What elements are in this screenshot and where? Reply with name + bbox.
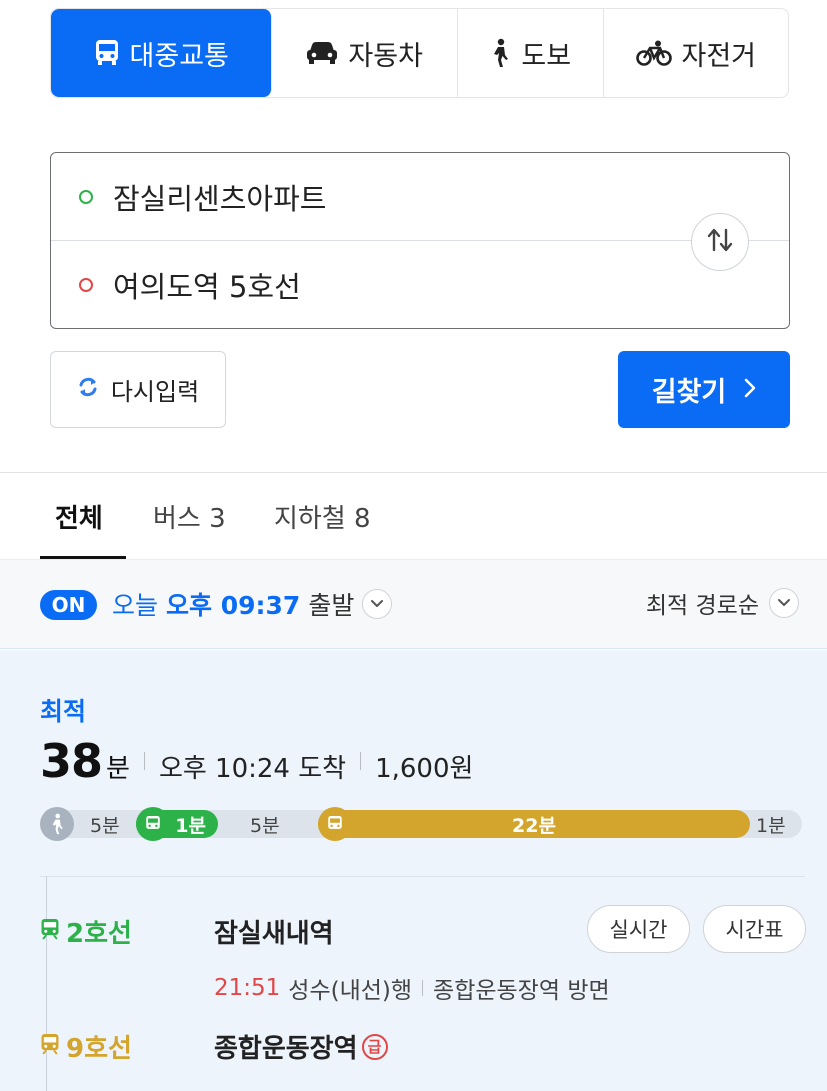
segment-line9: 22분: [318, 810, 750, 838]
start-location-field[interactable]: 잠실리센츠아파트: [51, 153, 789, 241]
departure-day: 오늘: [112, 591, 159, 620]
reset-label: 다시입력: [110, 378, 200, 406]
filter-tab-subway[interactable]: 지하철 8: [274, 473, 371, 559]
line-badge: 2호선: [40, 913, 132, 950]
card-divider: [40, 876, 805, 877]
mode-label: 대중교통: [129, 40, 229, 72]
duration-unit: 분: [106, 754, 130, 784]
end-location-field[interactable]: 여의도역 5호선: [51, 241, 789, 329]
transport-mode-tabs: 대중교통 자동차 도보 자전거: [50, 8, 789, 98]
filter-tab-all[interactable]: 전체: [55, 473, 103, 559]
sort-label: 최적 경로순: [645, 593, 759, 619]
chevron-down-icon: [362, 589, 393, 619]
chevron-down-icon: [769, 588, 799, 618]
swap-route-button[interactable]: [691, 213, 749, 271]
departure-info: 21:51 성수(내선)행 종합운동장역 방면: [214, 971, 610, 1005]
line-name-text: 9호선: [66, 1034, 132, 1064]
walk-segment-icon: [40, 807, 74, 841]
search-label: 길찾기: [651, 377, 727, 408]
filter-tab-bus[interactable]: 버스 3: [153, 473, 226, 559]
timetable-button[interactable]: 시간표: [703, 905, 806, 953]
sort-order-selector[interactable]: 최적 경로순: [646, 586, 799, 620]
segment-walk-label: 1분: [756, 814, 786, 837]
segment-walk-label: 5분: [90, 814, 120, 837]
train-direction: 성수(내선)행: [288, 978, 413, 1004]
subway-icon: [40, 917, 60, 947]
bus-icon: [94, 39, 120, 67]
mode-tab-transit[interactable]: 대중교통: [51, 9, 273, 97]
station-name[interactable]: 잠실새내역: [214, 913, 334, 950]
best-route-label: 최적: [40, 697, 87, 726]
subway-line9-icon: [318, 807, 352, 841]
departure-time-bar: ON 오늘 오후 09:37 출발 최적 경로순: [0, 559, 827, 649]
subway-icon: [40, 1032, 60, 1062]
segment-line2-label: 1분: [175, 814, 206, 837]
subway-line2-icon: [136, 807, 170, 841]
segment-bar: 5분 1분 5분 22분 1분: [40, 807, 802, 841]
departure-time: 오후 09:37: [166, 591, 301, 620]
duration-number: 38: [40, 734, 103, 788]
depart-time: 21:51: [214, 975, 281, 1001]
mode-label: 도보: [521, 40, 572, 72]
line-name-text: 2호선: [66, 919, 132, 949]
mode-tab-bicycle[interactable]: 자전거: [604, 9, 788, 97]
find-route-button[interactable]: 길찾기: [618, 351, 790, 428]
departure-suffix: 출발: [308, 591, 355, 620]
chevron-right-icon: [744, 374, 756, 405]
walk-icon: [489, 38, 511, 68]
end-dot-icon: [79, 278, 93, 292]
route-result-card[interactable]: 최적 38 분 오후 10:24 도착 1,600원 5분 1분 5분 22분 …: [0, 650, 827, 1091]
mode-tab-car[interactable]: 자동차: [272, 9, 458, 97]
line-badge: 9호선: [40, 1028, 132, 1065]
station-name[interactable]: 종합운동장역 급: [214, 1028, 388, 1065]
car-icon: [306, 41, 338, 65]
on-badge: ON: [40, 590, 97, 620]
realtime-button[interactable]: 실시간: [587, 905, 690, 953]
separator: [143, 752, 145, 770]
route-input-box: 잠실리센츠아파트 여의도역 5호선: [50, 152, 790, 329]
platform-direction: 종합운동장역 방면: [433, 978, 610, 1004]
route-summary: 38 분 오후 10:24 도착 1,600원: [40, 734, 473, 788]
express-badge: 급: [361, 1033, 388, 1060]
segment-line9-label: 22분: [512, 814, 556, 837]
start-dot-icon: [79, 189, 93, 204]
refresh-icon: [77, 376, 99, 404]
separator: [360, 752, 362, 770]
station-name-text: 잠실새내역: [214, 919, 334, 949]
mode-tab-walk[interactable]: 도보: [458, 9, 604, 97]
swap-arrows-icon: [705, 227, 735, 257]
bicycle-icon: [635, 40, 672, 66]
station-name-text: 종합운동장역: [214, 1034, 358, 1064]
separator: [422, 980, 424, 996]
result-filter-tabs: 전체 버스 3 지하철 8: [0, 473, 827, 559]
mode-label: 자동차: [348, 40, 423, 72]
departure-time-selector[interactable]: 오늘 오후 09:37 출발: [112, 586, 393, 622]
fare: 1,600원: [375, 754, 474, 784]
segment-walk-label: 5분: [250, 814, 280, 837]
end-location-text: 여의도역 5호선: [113, 270, 301, 304]
start-location-text: 잠실리센츠아파트: [113, 181, 327, 216]
reset-input-button[interactable]: 다시입력: [50, 351, 226, 428]
mode-label: 자전거: [681, 40, 757, 72]
arrival-time: 오후 10:24 도착: [158, 754, 347, 784]
